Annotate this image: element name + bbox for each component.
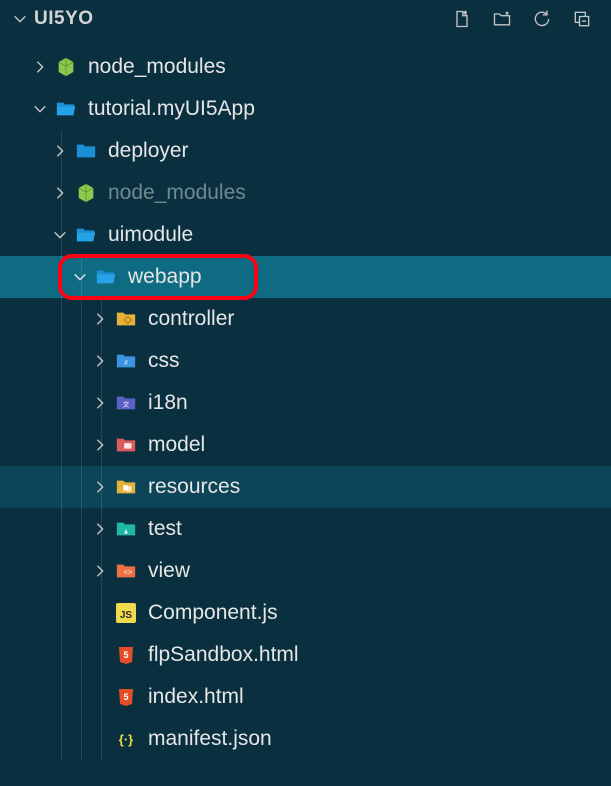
tree-label: node_modules xyxy=(108,181,246,205)
svg-text:<>: <> xyxy=(124,568,133,577)
tree-label: flpSandbox.html xyxy=(148,643,299,667)
folder-open-icon xyxy=(54,97,78,121)
tree-item-resources[interactable]: resources xyxy=(0,466,611,508)
chevron-right-icon xyxy=(92,353,108,369)
tree-label: css xyxy=(148,349,180,373)
tree-label: view xyxy=(148,559,190,583)
chevron-down-icon xyxy=(72,269,88,285)
chevron-right-icon xyxy=(92,437,108,453)
tree-label: resources xyxy=(148,475,240,499)
tree-item-inner-node-modules[interactable]: node_modules xyxy=(0,172,611,214)
tree-item-webapp[interactable]: webapp xyxy=(0,256,611,298)
tree-item-index-html[interactable]: 5 index.html xyxy=(0,676,611,718)
tree-item-uimodule[interactable]: uimodule xyxy=(0,214,611,256)
folder-i18n-icon: 文 xyxy=(114,391,138,415)
tree-item-component-js[interactable]: JS Component.js xyxy=(0,592,611,634)
chevron-right-icon xyxy=(92,395,108,411)
chevron-right-icon xyxy=(32,59,48,75)
file-tree: node_modules tutorial.myUI5App deployer xyxy=(0,40,611,760)
tree-item-test[interactable]: test xyxy=(0,508,611,550)
chevron-right-icon xyxy=(92,521,108,537)
js-file-icon: JS xyxy=(114,601,138,625)
folder-open-icon xyxy=(74,223,98,247)
tree-item-model[interactable]: model xyxy=(0,424,611,466)
tree-item-controller[interactable]: controller xyxy=(0,298,611,340)
tree-item-manifest-json[interactable]: {·} manifest.json xyxy=(0,718,611,760)
tree-label: Component.js xyxy=(148,601,278,625)
folder-resources-icon xyxy=(114,475,138,499)
svg-text:{·}: {·} xyxy=(119,732,133,747)
chevron-down-icon xyxy=(52,227,68,243)
chevron-right-icon xyxy=(52,185,68,201)
svg-text:#: # xyxy=(124,360,128,367)
folder-open-icon xyxy=(94,265,118,289)
folder-css-icon: # xyxy=(114,349,138,373)
folder-view-icon: <> xyxy=(114,559,138,583)
chevron-down-icon xyxy=(12,11,28,27)
tree-item-i18n[interactable]: 文 i18n xyxy=(0,382,611,424)
folder-icon xyxy=(74,139,98,163)
chevron-right-icon xyxy=(92,563,108,579)
chevron-right-icon xyxy=(92,479,108,495)
header-actions xyxy=(451,8,601,30)
collapse-all-icon[interactable] xyxy=(571,8,593,30)
tree-label: i18n xyxy=(148,391,188,415)
chevron-right-icon xyxy=(92,311,108,327)
node-modules-icon xyxy=(54,55,78,79)
html-file-icon: 5 xyxy=(114,643,138,667)
tree-label: test xyxy=(148,517,182,541)
header-left[interactable]: UI5YO xyxy=(12,8,451,30)
tree-label: webapp xyxy=(128,265,202,289)
tree-item-tutorial[interactable]: tutorial.myUI5App xyxy=(0,88,611,130)
tree-item-view[interactable]: <> view xyxy=(0,550,611,592)
node-modules-icon xyxy=(74,181,98,205)
tree-label: node_modules xyxy=(88,55,226,79)
new-folder-icon[interactable] xyxy=(491,8,513,30)
chevron-down-icon xyxy=(32,101,48,117)
svg-text:文: 文 xyxy=(123,400,130,409)
tree-label: model xyxy=(148,433,205,457)
folder-test-icon xyxy=(114,517,138,541)
chevron-right-icon xyxy=(52,143,68,159)
folder-controller-icon xyxy=(114,307,138,331)
folder-model-icon xyxy=(114,433,138,457)
explorer-header: UI5YO xyxy=(0,0,611,40)
svg-text:5: 5 xyxy=(123,650,128,660)
tree-label: uimodule xyxy=(108,223,193,247)
tree-label: manifest.json xyxy=(148,727,272,751)
project-title: UI5YO xyxy=(34,8,94,30)
tree-item-css[interactable]: # css xyxy=(0,340,611,382)
tree-label: tutorial.myUI5App xyxy=(88,97,255,121)
tree-label: controller xyxy=(148,307,234,331)
tree-label: deployer xyxy=(108,139,189,163)
refresh-icon[interactable] xyxy=(531,8,553,30)
tree-label: index.html xyxy=(148,685,244,709)
svg-text:JS: JS xyxy=(120,610,133,621)
tree-item-deployer[interactable]: deployer xyxy=(0,130,611,172)
html-file-icon: 5 xyxy=(114,685,138,709)
svg-text:5: 5 xyxy=(123,692,128,702)
new-file-icon[interactable] xyxy=(451,8,473,30)
tree-item-flpsandbox[interactable]: 5 flpSandbox.html xyxy=(0,634,611,676)
tree-item-node-modules[interactable]: node_modules xyxy=(0,46,611,88)
json-file-icon: {·} xyxy=(114,727,138,751)
